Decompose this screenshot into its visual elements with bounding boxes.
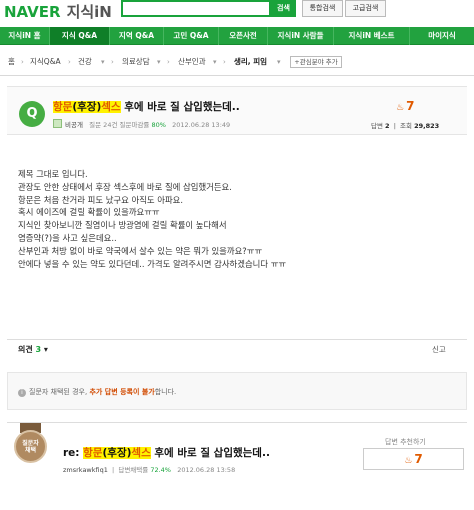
main-nav: 지식iN 홈 지식 Q&A 지역 Q&A 고민 Q&A 오픈사전 지식iN 사람… xyxy=(0,27,474,45)
notice-text: i 질문자 채택된 경우, 추가 답변 등록이 불가합니다. xyxy=(18,387,176,397)
body-line: 제목 그대로 입니다. xyxy=(18,169,88,179)
opinion-bar xyxy=(7,339,467,357)
search-button[interactable]: 검색 xyxy=(271,0,296,17)
add-interest-button[interactable]: +관심분야 추가 xyxy=(290,56,342,68)
question-body: 제목 그대로 입니다. 관장도 안한 상태에서 후장 섹스후에 바로 질에 삽입… xyxy=(18,168,458,270)
notice-prefix: 질문자 채택된 경우, xyxy=(29,388,88,396)
breadcrumb-medical[interactable]: 의료상담 xyxy=(122,54,150,70)
notice-highlight: 추가 답변 등록이 불가 xyxy=(89,388,155,396)
breadcrumb-health[interactable]: 건강 xyxy=(78,54,92,70)
notice-suffix: 합니다. xyxy=(154,388,177,396)
body-line: 관장도 안한 상태에서 후장 섹스후에 바로 질에 삽입했거든요. xyxy=(18,181,232,192)
views-count: 29,823 xyxy=(414,122,440,130)
title-highlight: (후장) xyxy=(72,101,102,113)
add-interest-label: 관심분야 추가 xyxy=(299,58,338,66)
chevron-down-icon[interactable]: ▾ xyxy=(157,54,161,70)
body-line: 산부인과 처방 없이 바로 약국에서 살수 있는 약은 뭐가 있을까요?ㅠㅠ xyxy=(18,245,263,256)
nav-item-my-knowledge[interactable]: 마이지식 xyxy=(410,27,474,45)
breadcrumb-home[interactable]: 홈 xyxy=(8,54,15,70)
question-author[interactable]: 비공개 xyxy=(65,121,83,129)
chevron-down-icon[interactable]: ▾ xyxy=(101,54,105,70)
answer-rate: 72.4% xyxy=(150,466,171,474)
body-line: 항문은 처음 찬거라 피도 났구요 아직도 아파요. xyxy=(18,194,184,205)
search-input[interactable] xyxy=(121,0,271,17)
question-meta-prefix: 질문 24건 질문마감률 xyxy=(89,121,150,129)
views-label: 조회 xyxy=(400,122,413,130)
breadcrumb-knowledge-qa[interactable]: 지식Q&A xyxy=(30,54,61,70)
nav-item-kin-best[interactable]: 지식iN 베스트 xyxy=(334,27,410,45)
naver-logo-text: NAVER xyxy=(4,3,61,21)
nav-item-kin-home[interactable]: 지식iN 홈 xyxy=(0,27,50,45)
info-icon: i xyxy=(18,389,26,397)
question-meta: 비공개 질문 24건 질문마감률 80% 2012.06.28 13:49 xyxy=(53,119,230,129)
answer-title-prefix: re: xyxy=(63,447,84,459)
chevron-right-icon: › xyxy=(223,58,226,66)
answer-recommend-button[interactable]: ♨ 7 xyxy=(363,448,464,470)
opinion-toggle[interactable]: 의견 3 ▾ xyxy=(18,344,48,355)
question-recommend-count: 7 xyxy=(406,99,415,113)
nav-item-worry-qa[interactable]: 고민 Q&A xyxy=(164,27,219,45)
title-rest: 후에 바로 질 삽입했는데.. xyxy=(120,101,240,113)
answer-meta-prefix: 답변채택률 xyxy=(118,466,149,474)
advanced-search-button[interactable]: 고급검색 xyxy=(345,0,386,17)
nav-item-kin-people[interactable]: 지식iN 사람들 xyxy=(268,27,334,45)
title-highlight: 항문 xyxy=(53,101,73,113)
title-highlight: (후장) xyxy=(102,447,132,459)
question-badge-icon: Q xyxy=(19,101,45,127)
chevron-down-icon[interactable]: ▾ xyxy=(277,54,281,70)
close-rate: 80% xyxy=(151,121,166,129)
question-title: 항문(후장)섹스 후에 바로 질 삽입했는데.. xyxy=(53,99,240,114)
body-line: 지식인 찾아보니깐 질염이나 방광염에 걸릴 확률이 높다해서 xyxy=(18,220,227,231)
thumbs-up-icon: ♨ xyxy=(404,456,413,466)
title-highlight: 섹스 xyxy=(101,101,121,113)
nav-item-local-qa[interactable]: 지역 Q&A xyxy=(110,27,164,45)
answer-title: re: 항문(후장)섹스 후에 바로 질 삽입했는데.. xyxy=(63,445,270,460)
body-line: 안에다 넣을 수 있는 약도 있다던데.. 가격도 알려주시면 감사하겠습니다 … xyxy=(18,258,287,269)
nav-item-knowledge-qa[interactable]: 지식 Q&A xyxy=(50,27,110,45)
chevron-right-icon: › xyxy=(111,58,114,66)
answers-count: 2 xyxy=(385,122,390,130)
question-stats: 답변 2 | 조회 29,823 xyxy=(371,122,440,130)
chevron-right-icon: › xyxy=(68,58,71,66)
body-line: 혹시 에이즈에 걸릴 확률이 있을까요ㅠㅠ xyxy=(18,207,160,218)
question-recommend[interactable]: ♨ 7 xyxy=(396,99,414,113)
answer-recommend-count: 7 xyxy=(414,452,423,466)
divider xyxy=(0,75,474,76)
opinion-label: 의견 xyxy=(18,345,33,354)
title-highlight: 섹스 xyxy=(131,447,151,459)
breadcrumb: 홈 › 지식Q&A › 건강 ▾ › 의료상담 ▾ › 산부인과 ▾ › 생리,… xyxy=(0,54,474,70)
chevron-down-icon: ▾ xyxy=(43,345,48,354)
answer-date: 2012.06.28 13:58 xyxy=(177,466,236,474)
medal-text: 질문자 채택 xyxy=(14,440,47,454)
integrated-search-button[interactable]: 통합검색 xyxy=(302,0,343,17)
medal-line2: 채택 xyxy=(24,447,37,454)
answer-author[interactable]: zmsrkawkfiq1 xyxy=(63,466,108,474)
question-date: 2012.06.28 13:49 xyxy=(172,121,231,129)
chevron-right-icon: › xyxy=(167,58,170,66)
nav-item-open-dictionary[interactable]: 오픈사전 xyxy=(219,27,268,45)
body-line: 염증약(?)을 사고 싶은데요.. xyxy=(18,232,117,243)
top-bar: NAVER 지식iN 검색 통합검색 고급검색 xyxy=(0,0,474,26)
naver-logo[interactable]: NAVER 지식iN xyxy=(4,1,112,22)
answer-recommend-label: 답변 추천하기 xyxy=(385,438,426,446)
chevron-right-icon: › xyxy=(21,58,24,66)
answers-label: 답변 xyxy=(371,122,383,130)
chevron-down-icon[interactable]: ▾ xyxy=(213,54,217,70)
medal-line1: 질문자 xyxy=(22,440,39,447)
breadcrumb-current[interactable]: 생리, 피임 xyxy=(234,54,267,70)
thumbs-up-icon: ♨ xyxy=(396,103,405,113)
title-rest: 후에 바로 질 삽입했는데.. xyxy=(150,447,270,459)
title-highlight: 항문 xyxy=(83,447,103,459)
breadcrumb-gynecology[interactable]: 산부인과 xyxy=(178,54,206,70)
answer-meta: zmsrkawkfiq1 | 답변채택률 72.4% 2012.06.28 13… xyxy=(63,466,236,474)
report-link[interactable]: 신고 xyxy=(432,344,446,355)
kin-logo-text: 지식iN xyxy=(66,3,112,21)
opinion-count: 3 xyxy=(35,345,42,354)
